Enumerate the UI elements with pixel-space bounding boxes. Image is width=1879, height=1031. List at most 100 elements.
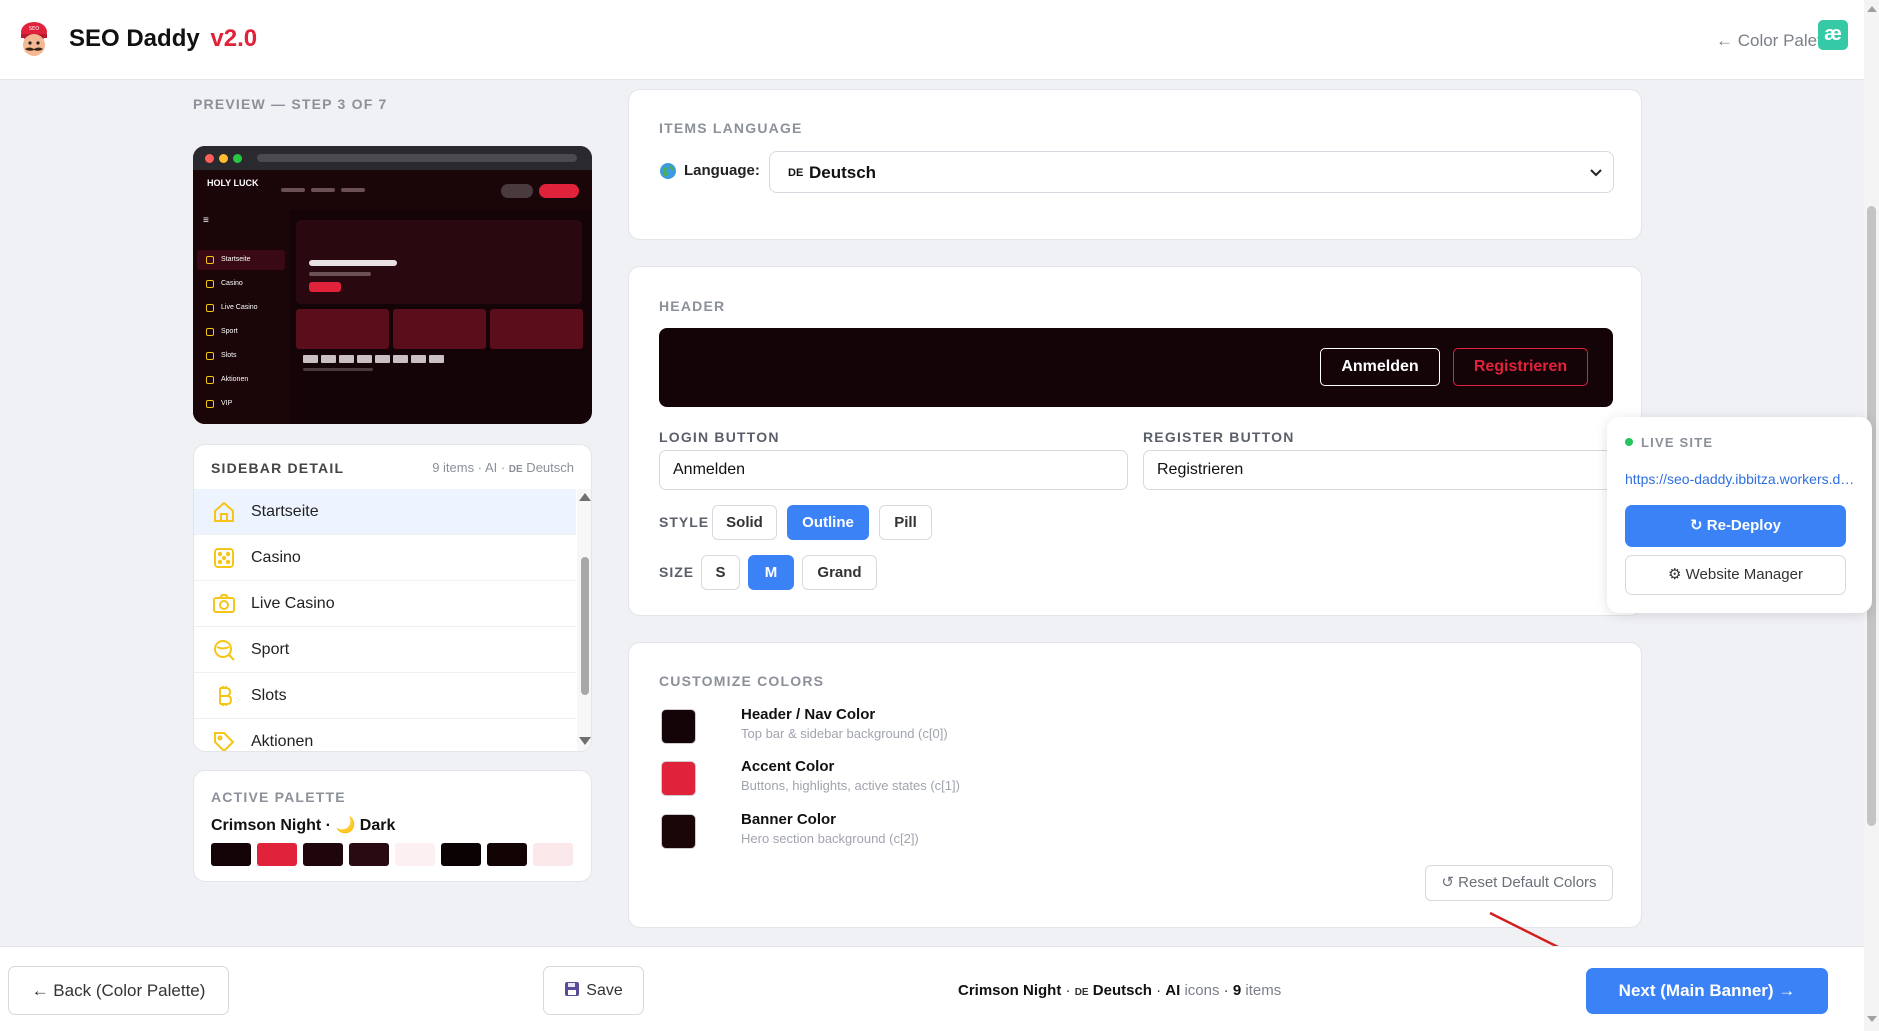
palette-swatch (349, 843, 389, 866)
palette-name: Crimson Night · 🌙 Dark (211, 817, 396, 834)
color-name: Banner Color (741, 811, 837, 828)
sidebar-items-list: Startseite Casino Live Casino Sport Slot… (194, 489, 576, 751)
header-card: HEADER Anmelden Registrieren LOGIN BUTTO… (628, 266, 1642, 616)
style-pill-button[interactable]: Pill (879, 505, 932, 540)
header-nav-color-row: Header / Nav Color Top bar & sidebar bac… (659, 705, 1159, 749)
sidebar-item-slots[interactable]: Slots (194, 673, 576, 719)
svg-text:SEO: SEO (29, 26, 39, 32)
accent-color-picker[interactable] (661, 761, 696, 796)
site-preview-mockup: HOLY LUCK ≡ Startseite Casino Live Casin… (193, 146, 592, 424)
sidebar-item-startseite[interactable]: Startseite (194, 489, 576, 535)
scrollbar-thumb[interactable] (581, 557, 589, 695)
mock-chip (303, 355, 318, 363)
mock-chip (393, 355, 408, 363)
mock-sidebar-item: Sport (197, 322, 285, 342)
mock-banner-cta (309, 282, 341, 292)
mock-chip (321, 355, 336, 363)
scroll-down-icon[interactable] (579, 737, 591, 745)
floppy-disk-icon (564, 981, 580, 997)
save-label: Save (586, 982, 623, 999)
sidebar-item-casino[interactable]: Casino (194, 535, 576, 581)
mock-footer-line (303, 368, 373, 371)
style-label: STYLE (659, 514, 710, 530)
seo-daddy-logo-icon: SEO (16, 18, 52, 62)
register-button-input[interactable] (1143, 450, 1613, 490)
color-desc: Top bar & sidebar background (c[0]) (741, 726, 948, 741)
size-grand-button[interactable]: Grand (802, 555, 877, 590)
tag-icon (212, 730, 236, 751)
language-label: Language: (684, 162, 760, 179)
reset-default-colors-button[interactable]: ↺ Reset Default Colors (1425, 865, 1613, 901)
register-button-label: REGISTER BUTTON (1143, 429, 1295, 445)
ae-badge[interactable]: æ (1818, 20, 1848, 50)
chevron-down-icon (1589, 165, 1603, 179)
palette-swatch (257, 843, 297, 866)
palette-swatch (211, 843, 251, 866)
app-name: SEO Daddy (69, 25, 200, 52)
live-site-title: LIVE SITE (1641, 435, 1714, 450)
mock-sidebar-item: VIP (197, 394, 285, 414)
mock-sidebar-item: Startseite (197, 250, 285, 270)
sidebar-detail-title: SIDEBAR DETAIL (211, 460, 345, 476)
items-language-title: ITEMS LANGUAGE (659, 120, 803, 136)
sidebar-item-label: Aktionen (251, 733, 314, 750)
mock-login-button (501, 184, 533, 198)
selection-summary: Crimson Night · DE Deutsch · AI icons · … (958, 982, 1282, 999)
size-s-button[interactable]: S (701, 555, 740, 590)
website-manager-button[interactable]: ⚙ Website Manager (1625, 555, 1846, 595)
accent-color-row: Accent Color Buttons, highlights, active… (659, 757, 1159, 801)
mock-register-button (539, 184, 579, 198)
top-bar: SEO SEO Daddy v2.0 ← Color Palette æ (0, 0, 1879, 80)
mock-nav-item (311, 188, 335, 192)
live-site-widget: LIVE SITE https://seo-daddy.ibbitza.work… (1607, 417, 1872, 613)
customize-colors-title: CUSTOMIZE COLORS (659, 673, 825, 689)
sidebar-item-label: Slots (251, 687, 287, 704)
mock-chip (375, 355, 390, 363)
app-title: SEO Daddy v2.0 (69, 25, 257, 53)
dice-icon (212, 546, 236, 570)
sport-icon (212, 638, 236, 662)
color-name: Accent Color (741, 758, 835, 775)
sidebar-item-label: Startseite (251, 503, 319, 520)
style-solid-button[interactable]: Solid (712, 505, 777, 540)
mock-banner-line (309, 260, 397, 266)
preview-step-label: PREVIEW — STEP 3 OF 7 (193, 96, 388, 112)
next-main-banner-button[interactable]: Next (Main Banner) → (1586, 968, 1828, 1014)
palette-swatch (395, 843, 435, 866)
size-label: SIZE (659, 564, 695, 580)
color-desc: Hero section background (c[2]) (741, 831, 919, 846)
style-outline-button[interactable]: Outline (787, 505, 869, 540)
banner-color-row: Banner Color Hero section background (c[… (659, 810, 1159, 854)
palette-swatch (533, 843, 573, 866)
back-color-palette-button[interactable]: ← Back (Color Palette) (8, 966, 229, 1015)
language-select[interactable]: DE Deutsch (769, 151, 1614, 193)
language-code: DE (788, 167, 804, 179)
sidebar-list-scrollbar[interactable] (577, 489, 591, 751)
sidebar-item-live-casino[interactable]: Live Casino (194, 581, 576, 627)
bottom-bar: ← Back (Color Palette) Save Crimson Nigh… (0, 946, 1864, 1031)
header-nav-color-picker[interactable] (661, 709, 696, 744)
mock-sidebar-item: Slots (197, 346, 285, 366)
scroll-down-icon[interactable] (1867, 1016, 1877, 1022)
re-deploy-button[interactable]: ↻ Re-Deploy (1625, 505, 1846, 547)
live-site-url[interactable]: https://seo-daddy.ibbitza.workers.dev (1625, 471, 1855, 487)
mock-nav-item (341, 188, 365, 192)
mock-max-dot (233, 154, 242, 163)
mock-sidebar-item: Live Casino (197, 298, 285, 318)
camera-icon (212, 592, 236, 616)
size-m-button[interactable]: M (748, 555, 794, 590)
scroll-up-icon[interactable] (1867, 6, 1877, 12)
mock-chip (357, 355, 372, 363)
banner-color-picker[interactable] (661, 814, 696, 849)
login-button-input[interactable] (659, 450, 1128, 490)
sidebar-item-label: Casino (251, 549, 301, 566)
sidebar-detail-card: SIDEBAR DETAIL 9 items · AI · DE Deutsch… (193, 444, 592, 752)
scroll-up-icon[interactable] (579, 493, 591, 501)
sidebar-item-aktionen[interactable]: Aktionen (194, 719, 576, 751)
sidebar-item-sport[interactable]: Sport (194, 627, 576, 673)
sidebar-detail-meta: 9 items · AI · DE Deutsch (432, 460, 574, 475)
mock-chip (429, 355, 444, 363)
color-desc: Buttons, highlights, active states (c[1]… (741, 778, 960, 793)
save-button[interactable]: Save (543, 966, 644, 1015)
app-version: v2.0 (210, 25, 258, 52)
